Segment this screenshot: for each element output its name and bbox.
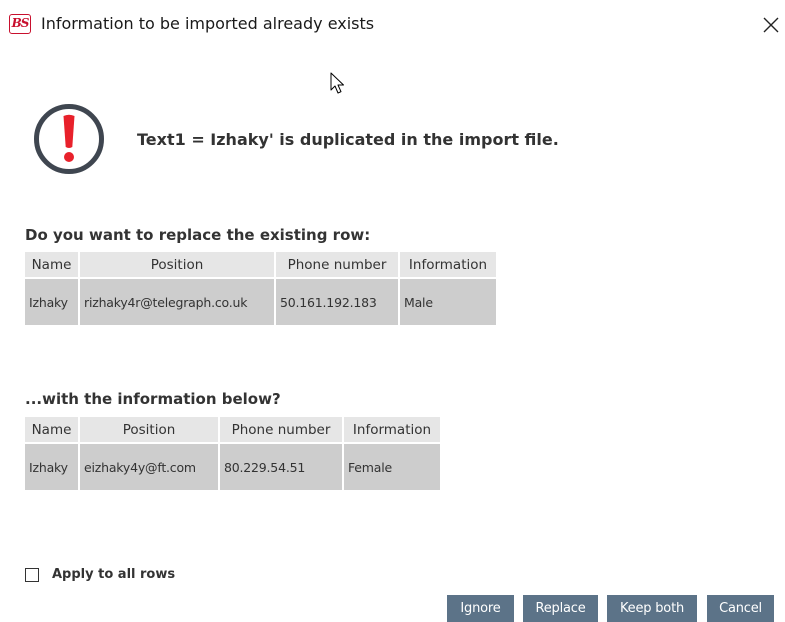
column-header-phone: Phone number — [220, 417, 342, 444]
table-row: Izhaky eizhaky4y@ft.com 80.229.54.51 Fem… — [25, 444, 440, 490]
cell-phone: 50.161.192.183 — [276, 279, 398, 325]
apply-to-all-rows-checkbox[interactable] — [25, 567, 39, 582]
close-button[interactable] — [758, 12, 784, 38]
column-header-name: Name — [25, 252, 78, 279]
title-bar: BS Information to be imported already ex… — [0, 0, 785, 50]
alert-icon — [34, 104, 104, 174]
column-header-information: Information — [400, 252, 496, 279]
table-row: Izhaky rizhaky4r@telegraph.co.uk 50.161.… — [25, 279, 496, 325]
cell-position: eizhaky4y@ft.com — [80, 444, 218, 490]
replace-button[interactable]: Replace — [523, 595, 598, 622]
existing-row-table: Name Position Phone number Information I… — [23, 252, 498, 325]
cancel-button[interactable]: Cancel — [707, 595, 774, 622]
cell-phone: 80.229.54.51 — [220, 444, 342, 490]
column-header-name: Name — [25, 417, 78, 444]
app-logo-icon: BS — [9, 14, 31, 34]
column-header-position: Position — [80, 417, 218, 444]
apply-to-all-rows-option[interactable]: Apply to all rows — [25, 567, 175, 582]
app-logo-text: BS — [11, 16, 30, 30]
cell-name: Izhaky — [25, 444, 78, 490]
cell-information: Male — [400, 279, 496, 325]
keep-both-button[interactable]: Keep both — [607, 595, 697, 622]
incoming-row-table: Name Position Phone number Information I… — [23, 417, 442, 490]
cell-name: Izhaky — [25, 279, 78, 325]
column-header-information: Information — [344, 417, 440, 444]
dialog-title: Information to be imported already exist… — [41, 14, 375, 33]
incoming-row-heading: ...with the information below? — [25, 390, 281, 408]
column-header-phone: Phone number — [276, 252, 398, 279]
existing-row-heading: Do you want to replace the existing row: — [25, 226, 371, 244]
table-header-row: Name Position Phone number Information — [25, 417, 440, 444]
table-header-row: Name Position Phone number Information — [25, 252, 496, 279]
close-icon — [763, 17, 779, 33]
ignore-button[interactable]: Ignore — [447, 595, 514, 622]
mouse-cursor-icon — [330, 72, 344, 94]
cell-position: rizhaky4r@telegraph.co.uk — [80, 279, 274, 325]
column-header-position: Position — [80, 252, 274, 279]
apply-to-all-rows-label: Apply to all rows — [52, 567, 176, 582]
duplicate-message: Text1 = Izhaky' is duplicated in the imp… — [137, 130, 559, 149]
cell-information: Female — [344, 444, 440, 490]
